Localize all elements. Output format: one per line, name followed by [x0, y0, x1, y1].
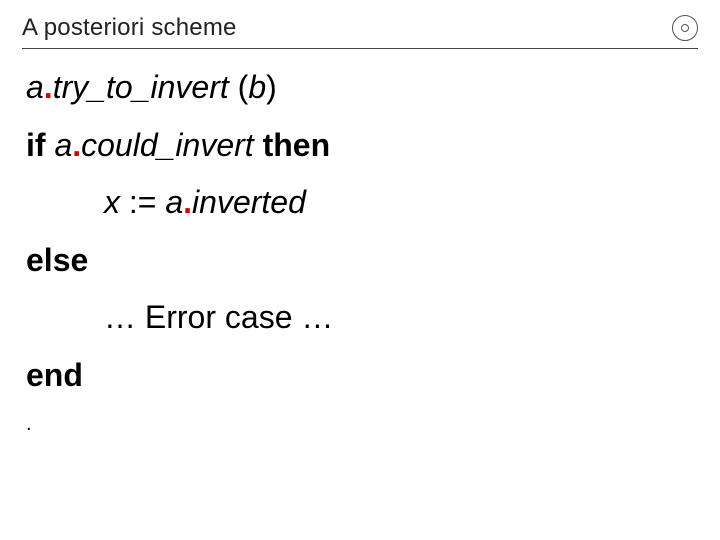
code-line-4: else — [26, 236, 694, 286]
dot-icon: . — [72, 127, 81, 163]
ident-could-invert: could_invert — [81, 127, 254, 163]
code-line-3: x := a.inverted — [26, 178, 694, 228]
kw-else: else — [26, 242, 88, 278]
assign-op: := — [129, 184, 157, 220]
ident-a-3: a — [165, 184, 183, 220]
kw-end: end — [26, 357, 83, 393]
ident-try-to-invert: try_to_invert — [53, 69, 229, 105]
slide: A posteriori scheme a.try_to_invert (b) … — [0, 0, 720, 540]
dot-icon: . — [44, 69, 53, 105]
kw-if: if — [26, 127, 46, 163]
code-line-6: end — [26, 351, 694, 401]
logo-inner-icon — [681, 24, 689, 32]
error-case-text: … Error case … — [104, 299, 333, 335]
code-line-5: … Error case … — [26, 293, 694, 343]
ident-a: a — [26, 69, 44, 105]
kw-then: then — [263, 127, 331, 163]
slide-title: A posteriori scheme — [22, 14, 237, 42]
dot-icon: . — [183, 184, 192, 220]
code-line-2: if a.could_invert then — [26, 121, 694, 171]
title-row: A posteriori scheme — [22, 14, 698, 42]
ident-a-2: a — [54, 127, 72, 163]
trailing-dot: . — [26, 409, 694, 440]
rparen: ) — [266, 69, 277, 105]
lparen: ( — [238, 69, 249, 105]
logo-icon — [672, 15, 698, 41]
code-line-1: a.try_to_invert (b) — [26, 63, 694, 113]
ident-inverted: inverted — [192, 184, 306, 220]
ident-x: x — [104, 184, 120, 220]
arg-b: b — [248, 69, 266, 105]
code-block: a.try_to_invert (b) if a.could_invert th… — [22, 49, 698, 440]
